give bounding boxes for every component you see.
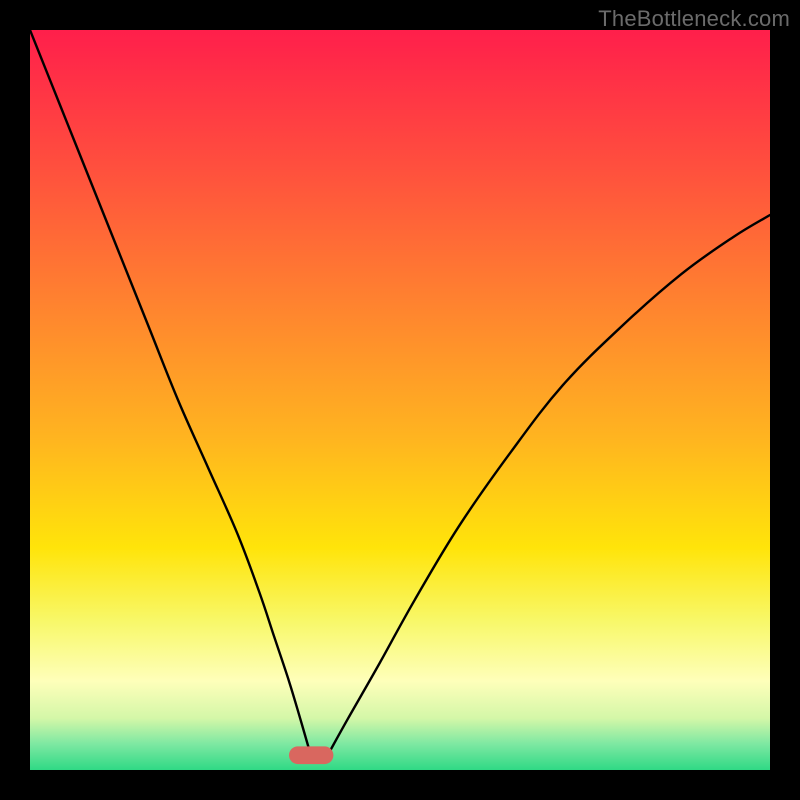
marker-group [289,746,333,764]
target-marker [289,746,333,764]
chart-frame: TheBottleneck.com [0,0,800,800]
watermark-text: TheBottleneck.com [598,6,790,32]
plot-area [30,30,770,770]
chart-svg [30,30,770,770]
gradient-background [30,30,770,770]
